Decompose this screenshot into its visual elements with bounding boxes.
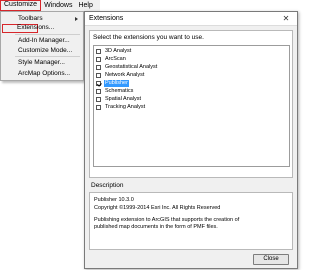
menu-item-style-manager[interactable]: Style Manager... bbox=[2, 58, 82, 67]
extension-row-spatial-analyst[interactable]: Spatial Analyst bbox=[96, 96, 142, 103]
close-icon[interactable]: ✕ bbox=[277, 13, 295, 24]
extension-checkbox[interactable] bbox=[96, 73, 101, 78]
submenu-arrow-icon bbox=[75, 16, 78, 21]
extension-checkbox[interactable] bbox=[96, 105, 101, 110]
extension-row-publisher[interactable]: Publisher bbox=[96, 80, 129, 87]
extension-label: Schematics bbox=[105, 88, 134, 94]
description-version: Publisher 10.3.0 bbox=[94, 197, 134, 203]
dialog-title: Extensions bbox=[89, 15, 124, 22]
extension-label: Geostatistical Analyst bbox=[105, 64, 158, 70]
extensions-panel: Select the extensions you want to use. 3… bbox=[89, 30, 293, 178]
menu-item-label: ArcMap Options... bbox=[18, 70, 71, 77]
extension-label: Tracking Analyst bbox=[105, 104, 146, 110]
extension-row-3d-analyst[interactable]: 3D Analyst bbox=[96, 48, 132, 55]
menu-item-label: Toolbars bbox=[18, 15, 43, 22]
extension-row-tracking-analyst[interactable]: Tracking Analyst bbox=[96, 104, 146, 111]
menu-bar: Customize Windows Help bbox=[0, 0, 100, 11]
extension-checkbox[interactable] bbox=[96, 65, 101, 70]
extension-checkbox[interactable] bbox=[96, 57, 101, 62]
extension-checkbox[interactable] bbox=[96, 49, 101, 54]
menu-item-arcmap-options[interactable]: ArcMap Options... bbox=[2, 69, 82, 78]
menu-separator bbox=[15, 56, 80, 57]
extensions-prompt: Select the extensions you want to use. bbox=[93, 34, 204, 41]
extension-label: Publisher bbox=[104, 80, 129, 87]
extension-row-geostatistical-analyst[interactable]: Geostatistical Analyst bbox=[96, 64, 158, 71]
extension-row-arcscan[interactable]: ArcScan bbox=[96, 56, 127, 63]
description-heading: Description bbox=[91, 182, 124, 189]
extension-row-network-analyst[interactable]: Network Analyst bbox=[96, 72, 145, 79]
extension-label: ArcScan bbox=[105, 56, 126, 62]
extension-label: 3D Analyst bbox=[105, 48, 132, 54]
menu-help[interactable]: Help bbox=[75, 0, 95, 11]
menu-customize[interactable]: Customize bbox=[0, 0, 42, 11]
extension-checkbox[interactable] bbox=[96, 81, 101, 86]
menu-item-toolbars[interactable]: Toolbars bbox=[2, 14, 82, 23]
menu-item-label: Style Manager... bbox=[18, 59, 65, 66]
customize-dropdown: Toolbars Extensions... Add-In Manager...… bbox=[0, 11, 84, 81]
description-text: Publishing extension to ArcGIS that supp… bbox=[94, 217, 240, 223]
menu-item-label: Add-In Manager... bbox=[18, 37, 70, 44]
extension-checkbox[interactable] bbox=[96, 97, 101, 102]
extension-label: Network Analyst bbox=[105, 72, 145, 78]
close-button[interactable]: Close bbox=[253, 254, 289, 265]
menu-item-extensions[interactable]: Extensions... bbox=[2, 24, 54, 33]
menu-item-customize-mode[interactable]: Customize Mode... bbox=[2, 46, 82, 55]
extensions-dialog: Extensions ✕ Select the extensions you w… bbox=[84, 11, 298, 269]
extension-checkbox[interactable] bbox=[96, 89, 101, 94]
dialog-titlebar: Extensions ✕ bbox=[85, 12, 297, 26]
description-copyright: Copyright ©1999-2014 Esri Inc. All Right… bbox=[94, 205, 221, 211]
menu-item-add-in-manager[interactable]: Add-In Manager... bbox=[2, 36, 82, 45]
extension-row-schematics[interactable]: Schematics bbox=[96, 88, 134, 95]
description-text: published map documents in the form of P… bbox=[94, 224, 218, 230]
extension-label: Spatial Analyst bbox=[105, 96, 142, 102]
menu-separator bbox=[15, 34, 80, 35]
menu-item-label: Customize Mode... bbox=[18, 47, 73, 54]
description-box: Publisher 10.3.0 Copyright ©1999-2014 Es… bbox=[89, 192, 293, 250]
menu-windows[interactable]: Windows bbox=[41, 0, 75, 11]
menu-item-label: Extensions... bbox=[17, 24, 55, 31]
extensions-list: 3D Analyst ArcScan Geostatistical Analys… bbox=[93, 45, 290, 167]
